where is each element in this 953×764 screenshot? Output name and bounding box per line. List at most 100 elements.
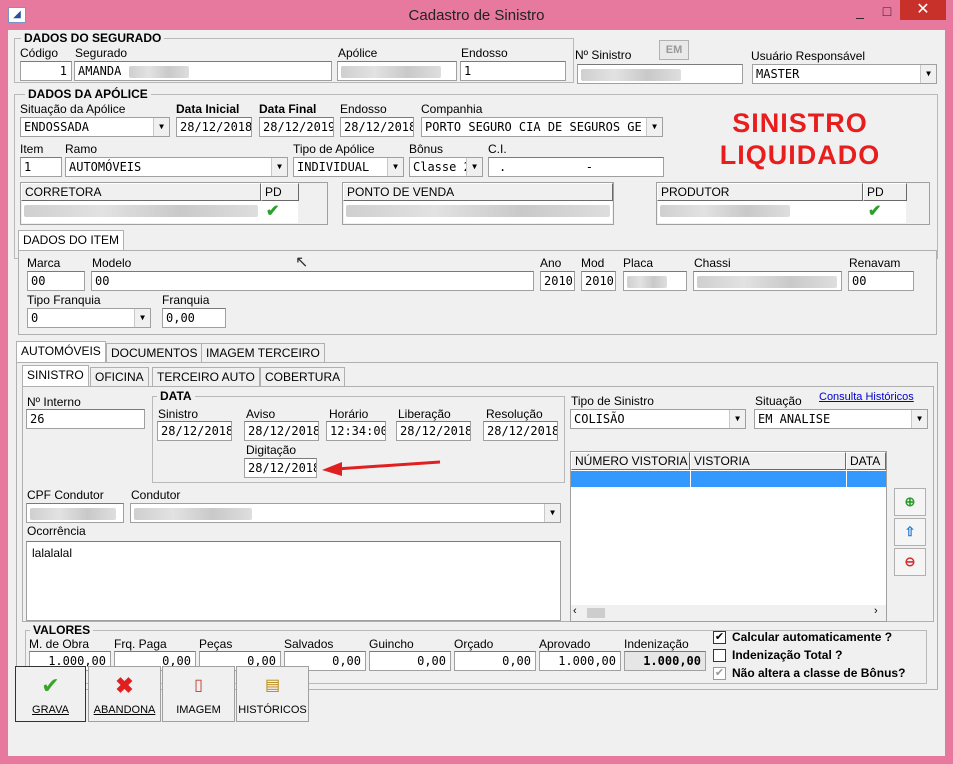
tab-documentos[interactable]: DOCUMENTOS	[106, 343, 203, 363]
cpf-condutor-label: CPF Condutor	[27, 488, 104, 502]
maximize-button[interactable]: □	[876, 1, 898, 21]
vistoria-header-numero: NÚMERO VISTORIA	[571, 452, 690, 470]
endosso-apolice-field[interactable]: 28/12/2018	[340, 117, 414, 137]
produtor-grid[interactable]: PRODUTOR PD ✔	[656, 182, 930, 225]
tipo-franquia-select[interactable]: 0 ▼	[27, 308, 151, 328]
imagem-button[interactable]: ▯ IMAGEM	[162, 666, 235, 722]
apolice-field[interactable]	[337, 61, 457, 81]
tipo-sinistro-select[interactable]: COLISÃO ▼	[570, 409, 746, 429]
situacao-sinistro-select[interactable]: EM ANALISE ▼	[754, 409, 928, 429]
tipo-apolice-select[interactable]: INDIVIDUAL ▼	[293, 157, 404, 177]
calc-auto-label: Calcular automaticamente ?	[732, 630, 893, 644]
close-button[interactable]: ✕	[900, 0, 946, 20]
endosso-field[interactable]: 1	[460, 61, 566, 81]
grava-button[interactable]: ✔ GRAVA	[15, 666, 86, 722]
situacao-apolice-select[interactable]: ENDOSSADA ▼	[20, 117, 170, 137]
consulta-historicos-link[interactable]: Consulta Históricos	[819, 391, 914, 403]
ramo-select[interactable]: AUTOMÓVEIS ▼	[65, 157, 288, 177]
companhia-select[interactable]: PORTO SEGURO CIA DE SEGUROS GE ▼	[421, 117, 663, 137]
nao-altera-bonus-checkbox[interactable]: ✔	[713, 667, 726, 680]
valor-label-indenizacao: Indenização	[624, 637, 689, 651]
horario-field[interactable]: 12:34:00	[326, 421, 386, 441]
minimize-button[interactable]: _	[850, 1, 870, 21]
aviso-field[interactable]: 28/12/2018	[244, 421, 319, 441]
corretora-grid[interactable]: CORRETORA PD ✔	[20, 182, 328, 225]
mouse-cursor-icon: ↖	[295, 254, 309, 271]
resolucao-field[interactable]: 28/12/2018	[483, 421, 558, 441]
tab-sinistro[interactable]: SINISTRO	[22, 365, 89, 387]
bonus-select[interactable]: Classe 2 ▼	[409, 157, 483, 177]
digitacao-field[interactable]: 28/12/2018	[244, 458, 317, 478]
corretora-row[interactable]: ✔	[22, 201, 298, 223]
tab-oficina[interactable]: OFICINA	[90, 367, 149, 387]
checkmark-icon: ✔	[41, 673, 60, 698]
cpf-condutor-field[interactable]	[26, 503, 124, 523]
tab-cobertura[interactable]: COBERTURA	[260, 367, 346, 387]
nsinistro-field[interactable]	[577, 64, 743, 84]
window: ◢ Cadastro de Sinistro _ □ ✕ DADOS DO SE…	[0, 0, 953, 764]
indenizacao-total-checkbox[interactable]	[713, 649, 726, 662]
ocorrencia-textarea[interactable]: lalalalal	[26, 541, 561, 621]
em-button[interactable]: EM	[659, 40, 689, 60]
historicos-button[interactable]: ▤ HISTÓRICOS	[236, 666, 309, 722]
chevron-down-icon: ▼	[134, 309, 150, 327]
scrollbar-thumb[interactable]	[587, 608, 605, 618]
vistoria-selected-row[interactable]	[571, 471, 886, 487]
placa-label: Placa	[623, 256, 654, 270]
tab-terceiro-auto[interactable]: TERCEIRO AUTO	[152, 367, 260, 387]
vistoria-header-vistoria: VISTORIA	[690, 452, 846, 470]
companhia-value: PORTO SEGURO CIA DE SEGUROS GE	[425, 120, 642, 134]
ci-field[interactable]: . -	[488, 157, 664, 177]
segurado-value: AMANDA	[78, 64, 122, 78]
endosso-label: Endosso	[461, 46, 508, 60]
codigo-field[interactable]: 1	[20, 61, 72, 81]
ocorrencia-label: Ocorrência	[27, 524, 86, 538]
segurado-field[interactable]: AMANDA	[74, 61, 332, 81]
usuario-select[interactable]: MASTER ▼	[752, 64, 937, 84]
ninterno-label: Nº Interno	[27, 395, 81, 409]
valor-field-guincho[interactable]: 0,00	[369, 651, 451, 671]
calc-auto-checkbox[interactable]: ✔	[713, 631, 726, 644]
chassi-field[interactable]	[693, 271, 842, 291]
data-final-field[interactable]: 28/12/2019	[259, 117, 334, 137]
chevron-right-icon[interactable]: ›	[874, 605, 878, 617]
horizontal-scrollbar[interactable]: ‹ ›	[571, 605, 886, 621]
vistoria-grid[interactable]: NÚMERO VISTORIA VISTORIA DATA ‹ ›	[570, 451, 887, 622]
valor-field-aprovado[interactable]: 1.000,00	[539, 651, 621, 671]
liberacao-field[interactable]: 28/12/2018	[396, 421, 471, 441]
ninterno-field[interactable]: 26	[26, 409, 145, 429]
situacao-apolice-label: Situação da Apólice	[20, 102, 126, 116]
modelo-field[interactable]: 00	[91, 271, 534, 291]
tab-dados-do-item[interactable]: DADOS DO ITEM	[18, 230, 125, 252]
ano-field[interactable]: 2010	[540, 271, 575, 291]
chevron-left-icon[interactable]: ‹	[573, 605, 577, 617]
tab-automoveis[interactable]: AUTOMÓVEIS	[16, 341, 106, 363]
sinistro-date-field[interactable]: 28/12/2018	[157, 421, 232, 441]
data-inicial-label: Data Inicial	[176, 102, 240, 116]
mod-field[interactable]: 2010	[581, 271, 616, 291]
valor-label-pecas: Peças	[199, 637, 233, 651]
situacao-apolice-value: ENDOSSADA	[24, 120, 90, 134]
marca-field[interactable]: 00	[27, 271, 85, 291]
ponto-venda-grid[interactable]: PONTO DE VENDA	[342, 182, 614, 225]
valor-label-orcado: Orçado	[454, 637, 494, 651]
produtor-row[interactable]: ✔	[658, 201, 906, 223]
add-vistoria-button[interactable]: ⊕	[894, 488, 926, 516]
edit-vistoria-button[interactable]: ⇧	[894, 518, 926, 546]
abandona-button[interactable]: ✖ ABANDONA	[88, 666, 161, 722]
placa-field[interactable]	[623, 271, 687, 291]
tab-imagem-terceiro[interactable]: IMAGEM TERCEIRO	[201, 343, 325, 363]
franquia-field[interactable]: 0,00	[162, 308, 226, 328]
renavam-label: Renavam	[849, 256, 901, 270]
modelo-label: Modelo	[92, 256, 132, 270]
item-field[interactable]: 1	[20, 157, 62, 177]
renavam-field[interactable]: 00	[848, 271, 914, 291]
valor-field-orcado[interactable]: 0,00	[454, 651, 536, 671]
ponto-venda-row[interactable]	[344, 201, 612, 223]
remove-vistoria-button[interactable]: ⊖	[894, 548, 926, 576]
data-inicial-field[interactable]: 28/12/2018	[176, 117, 252, 137]
chassi-label: Chassi	[694, 256, 731, 270]
chevron-down-icon: ▼	[646, 118, 662, 136]
condutor-select[interactable]: ▼	[130, 503, 561, 523]
situacao-sinistro-label: Situação	[755, 394, 802, 408]
